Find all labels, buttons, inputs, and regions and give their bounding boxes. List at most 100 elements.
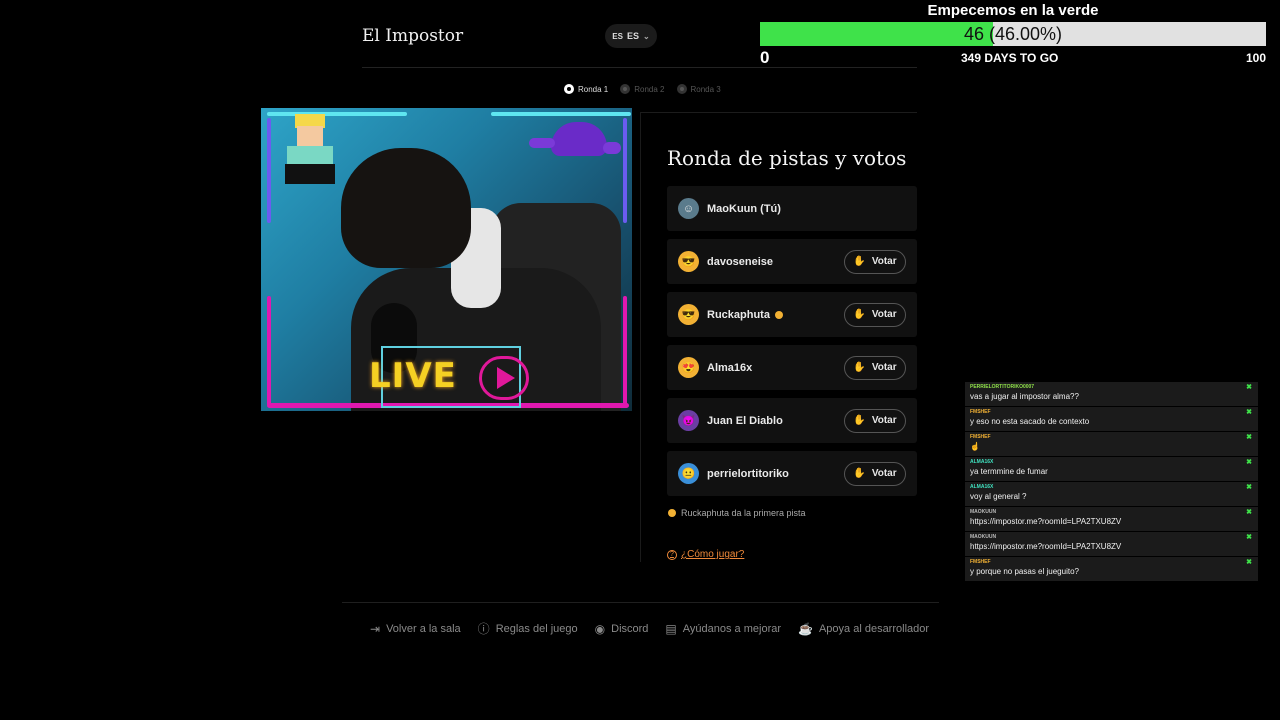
avatar: 😎 — [678, 251, 699, 272]
player-name: Juan El Diablo — [707, 414, 783, 427]
badge-icon: ✖ — [1246, 409, 1252, 416]
step-label: Ronda 2 — [634, 84, 665, 94]
pixel-character-icon — [273, 110, 345, 188]
step-label: Ronda 1 — [578, 84, 609, 94]
hand-icon: ✋ — [853, 256, 866, 267]
webcam-overlay: LIVE — [261, 108, 632, 411]
vote-button[interactable]: ✋ Votar — [844, 461, 906, 486]
footer-link[interactable]: ⇥ Volver a la sala — [370, 620, 461, 637]
badge-icon: ✖ — [1246, 384, 1252, 391]
vote-label: Votar — [871, 256, 897, 267]
player-row: ☺ MaoKuun (Tú) — [667, 186, 917, 231]
footer-link-label: Ayúdanos a mejorar — [682, 622, 782, 635]
footer-link[interactable]: ☕ Apoya al desarrollador — [798, 620, 929, 637]
chat-message: MAOKUUN https://impostor.me?roomId=LPA2TX… — [965, 507, 1258, 531]
round-step-1: Ronda 1 — [564, 84, 608, 94]
chat-message: MAOKUUN https://impostor.me?roomId=LPA2TX… — [965, 532, 1258, 556]
chat-message: ALMA16X ya termmine de fumar ✖ — [965, 457, 1258, 481]
how-to-play-label: ¿Cómo jugar? — [681, 549, 745, 560]
flag-icon: ES — [612, 31, 623, 41]
footer-link[interactable]: ⓘ Reglas del juego — [478, 620, 578, 637]
chat-text: https://impostor.me?roomId=LPA2TXU8ZV — [970, 517, 1122, 526]
round-stepper: Ronda 1 Ronda 2 Ronda 3 — [564, 84, 721, 94]
chat-message: FMSHEF y eso no esta sacado de contexto ✖ — [965, 407, 1258, 431]
how-to-play-link[interactable]: ? ¿Cómo jugar? — [667, 549, 744, 560]
steps-divider — [640, 112, 917, 113]
hand-icon: ✋ — [853, 415, 866, 426]
chat-message: FMSHEF ☝ ✖ — [965, 432, 1258, 456]
language-selector[interactable]: ES ES ⌄ — [605, 24, 657, 48]
chat-text: y eso no esta sacado de contexto — [970, 417, 1090, 426]
chat-text: ☝ — [970, 442, 980, 451]
goal-max: 100 — [1246, 51, 1267, 65]
vote-button[interactable]: ✋ Votar — [844, 408, 906, 433]
discord-icon: ◉ — [594, 621, 606, 636]
footer-link-label: Discord — [611, 622, 649, 635]
player-row: 😎 davoseneise ✋ Votar — [667, 239, 917, 284]
chat-message: PERRIELORTITORIKO0007 vas a jugar al impo… — [965, 382, 1258, 406]
first-clue-hint: Ruckaphuta da la primera pista — [668, 508, 806, 518]
avatar: 😍 — [678, 357, 699, 378]
vote-label: Votar — [871, 362, 897, 373]
goal-progress-text: 46 (46.00%) — [963, 23, 1063, 44]
chat-text: vas a jugar al impostor alma?? — [970, 392, 1079, 401]
vote-button[interactable]: ✋ Votar — [844, 249, 906, 274]
footer-link[interactable]: ◉ Discord — [595, 620, 649, 637]
chat-message: ALMA16X voy al general ? ✖ — [965, 482, 1258, 506]
badge-icon: ✖ — [1246, 484, 1252, 491]
neon-frame-right-low — [623, 296, 627, 406]
language-label: ES — [626, 31, 639, 41]
avatar: 😐 — [678, 463, 699, 484]
hand-icon: ✋ — [853, 468, 866, 479]
step-label: Ronda 3 — [690, 84, 721, 94]
badge-icon: ✖ — [1246, 459, 1252, 466]
footer-link-label: Apoya al desarrollador — [818, 622, 930, 635]
goal-min: 0 — [760, 48, 770, 67]
chat-message: FMSHEF y porque no pasas el jueguito? ✖ — [965, 557, 1258, 581]
hand-icon: ✋ — [853, 362, 866, 373]
player-name: Alma16x — [707, 361, 753, 374]
footer-nav: ⇥ Volver a la sala ⓘ Reglas del juego ◉ Disco… — [370, 620, 929, 637]
neon-frame-left — [267, 118, 271, 223]
chat-text: https://impostor.me?roomId=LPA2TXU8ZV — [970, 542, 1122, 551]
badge-icon: ✖ — [1246, 509, 1252, 516]
vote-button[interactable]: ✋ Votar — [844, 355, 906, 380]
player-row: 😈 Juan El Diablo ✋ Votar — [667, 398, 917, 443]
badge-icon: ✖ — [1246, 434, 1252, 441]
vote-button[interactable]: ✋ Votar — [844, 302, 906, 327]
player-name: Ruckaphuta — [707, 308, 770, 321]
player-name: perrielortitoriko — [707, 467, 789, 480]
badge-icon: ✖ — [1246, 534, 1252, 541]
hand-icon: ✋ — [853, 309, 866, 320]
round-step-3: Ronda 3 — [676, 84, 721, 94]
player-row: 😎 Ruckaphuta ✋ Votar — [667, 292, 917, 337]
badge-icon: ✖ — [1246, 559, 1252, 566]
player-row: 😍 Alma16x ✋ Votar — [667, 345, 917, 390]
app-brand[interactable]: El Impostor — [362, 26, 463, 46]
header-divider — [362, 67, 917, 68]
vote-label: Votar — [871, 415, 897, 426]
player-name: MaoKuun (Tú) — [707, 202, 781, 215]
step-dot-icon — [564, 84, 574, 94]
vote-label: Votar — [871, 468, 897, 479]
chat-text: voy al general ? — [970, 492, 1027, 501]
streamer-hair — [341, 148, 471, 268]
question-icon: ? — [667, 549, 677, 560]
turtle-icon — [529, 116, 625, 162]
chat-text: y porque no pasas el jueguito? — [970, 567, 1079, 576]
player-name: davoseneise — [707, 255, 774, 268]
live-label: LIVE — [369, 356, 457, 396]
chat-text: ya termmine de fumar — [970, 467, 1048, 476]
footer-link-label: Reglas del juego — [495, 622, 578, 635]
footer-link[interactable]: ▤ Ayúdanos a mejorar — [665, 620, 781, 637]
vote-label: Votar — [871, 309, 897, 320]
exit-icon: ⇥ — [370, 621, 381, 636]
coffee-icon: ☕ — [798, 621, 813, 636]
sun-icon — [668, 509, 676, 517]
info-icon: ⓘ — [477, 622, 490, 636]
first-clue-text: Ruckaphuta da la primera pista — [681, 508, 806, 518]
panel-title: Ronda de pistas y votos — [667, 146, 907, 170]
avatar: 😈 — [678, 410, 699, 431]
first-clue-badge-icon — [774, 310, 783, 319]
feedback-icon: ▤ — [665, 621, 677, 636]
